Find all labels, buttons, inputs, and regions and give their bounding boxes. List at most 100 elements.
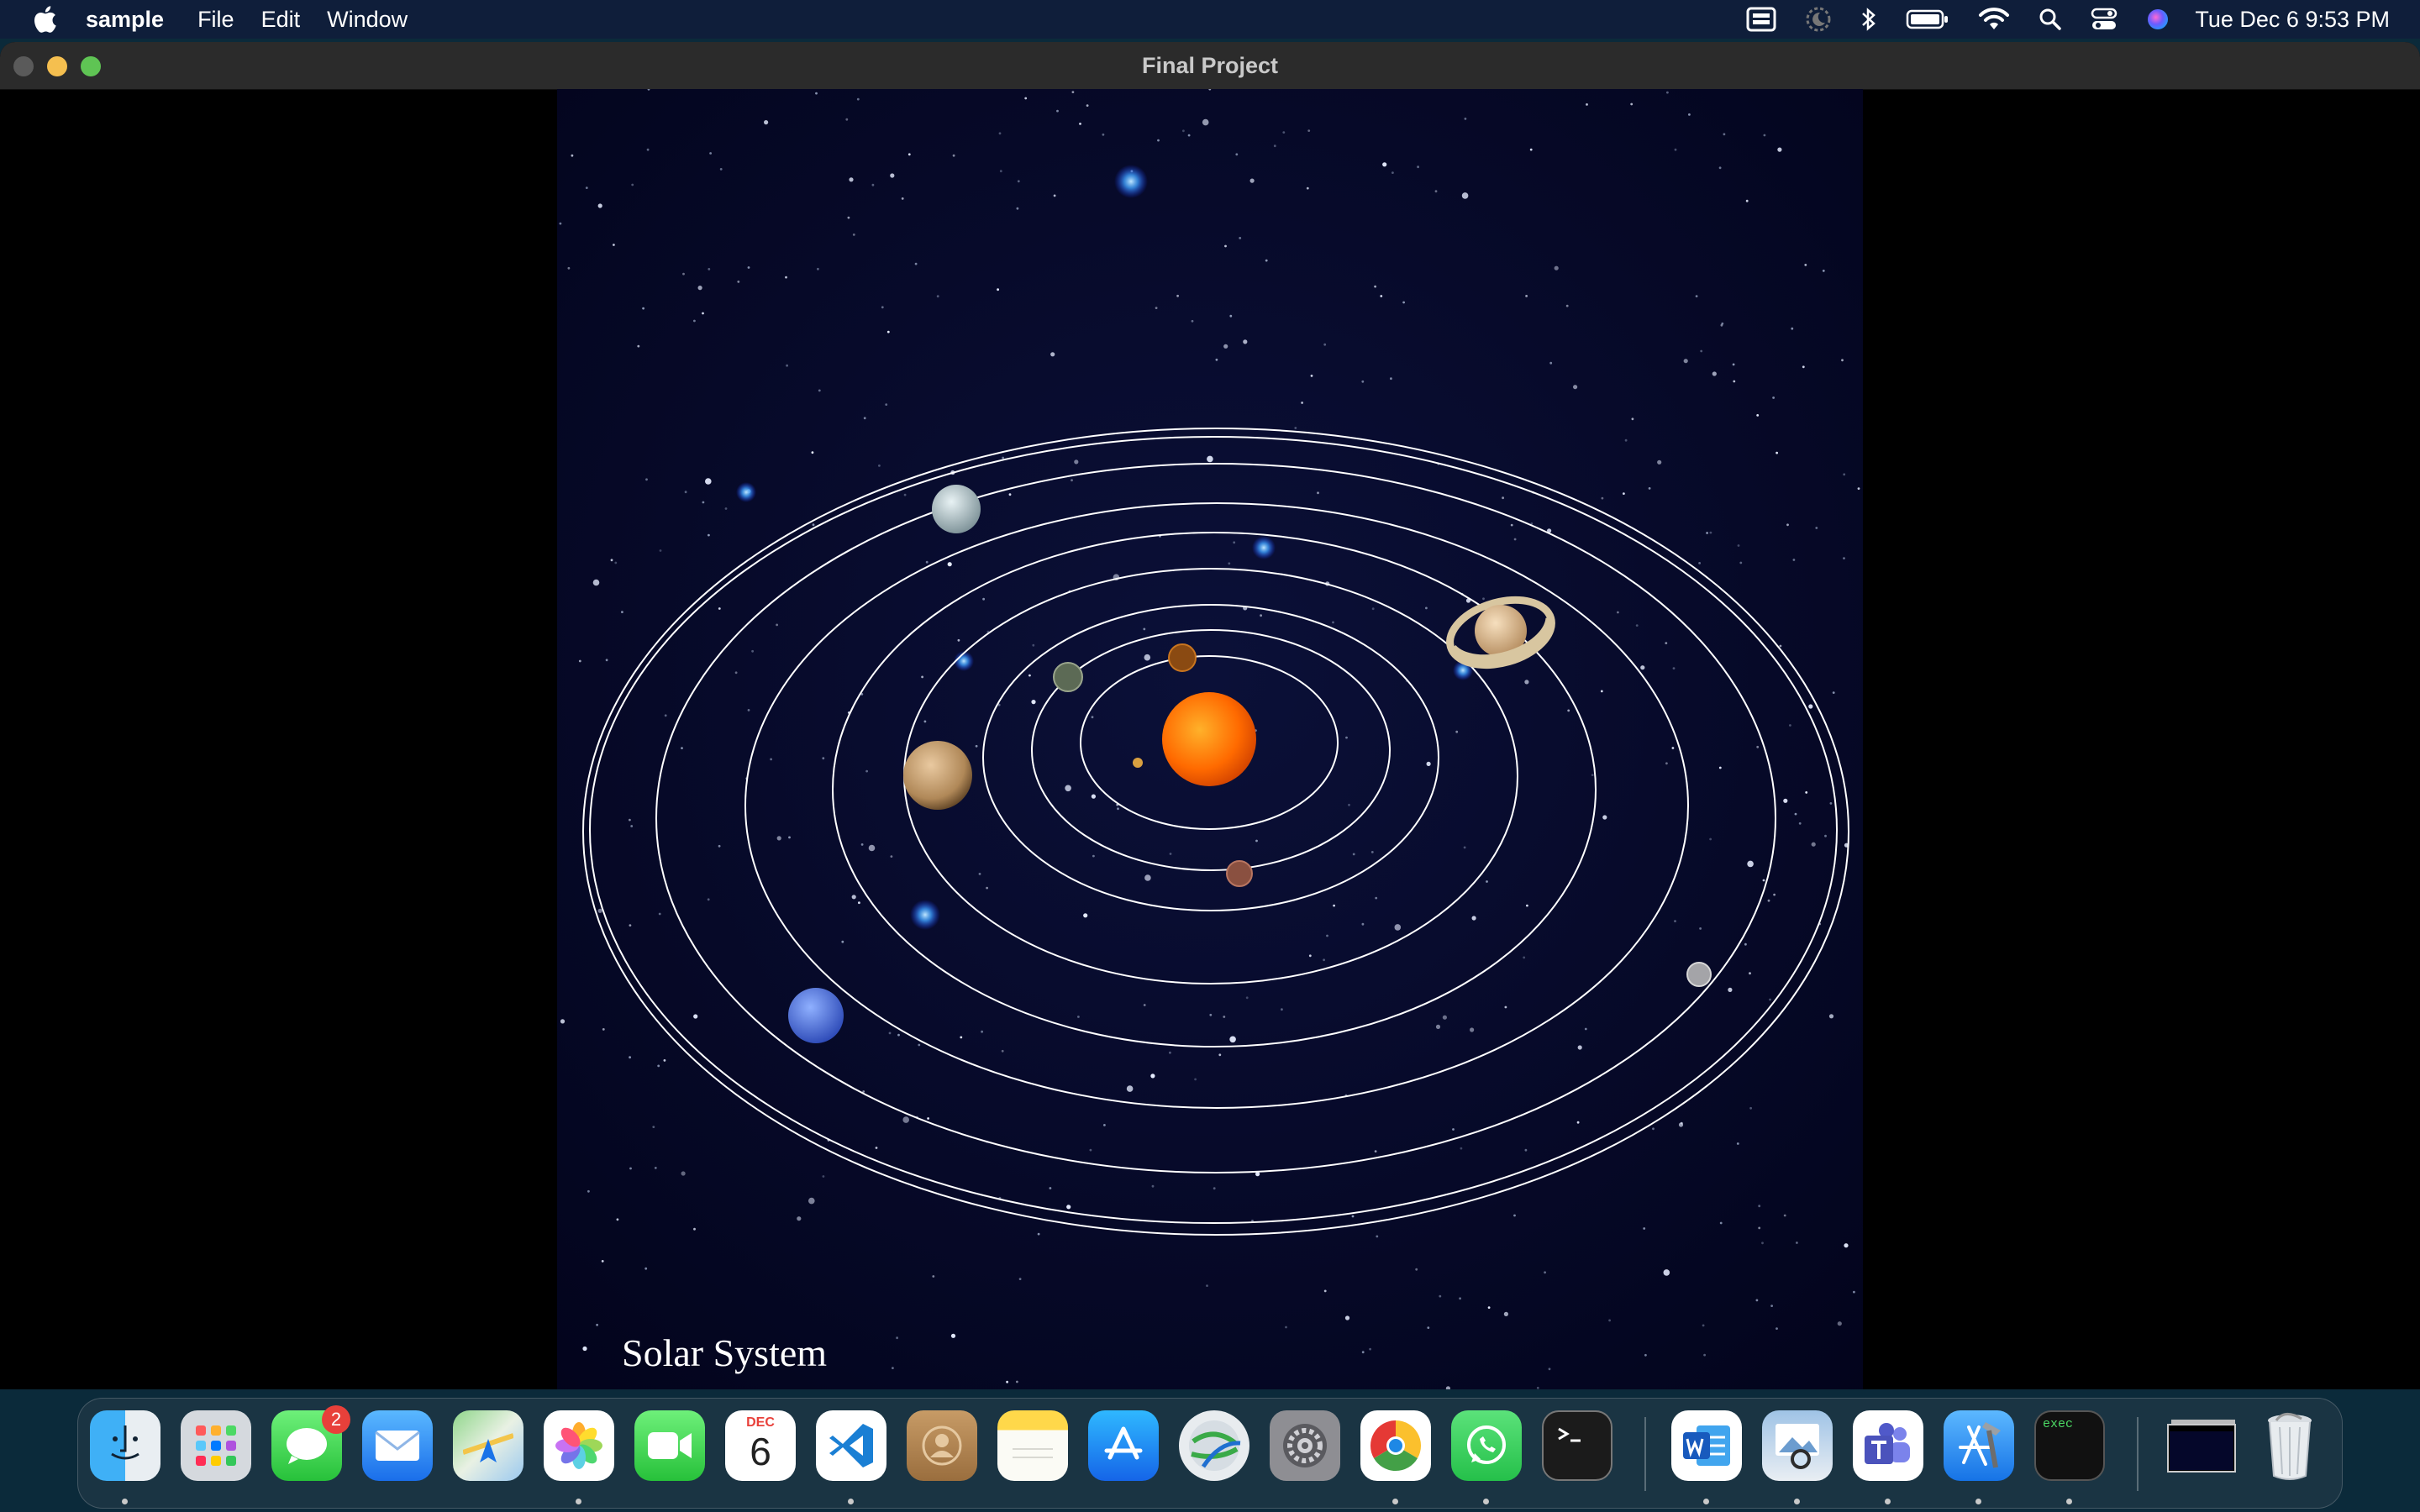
dock-photos[interactable] <box>544 1410 614 1481</box>
star <box>1554 265 1559 270</box>
dock-network-utility[interactable] <box>1179 1410 1249 1481</box>
dock-teams[interactable] <box>1853 1410 1923 1481</box>
dock-messages[interactable]: 2 <box>271 1405 350 1481</box>
facetime-icon <box>648 1432 692 1459</box>
dock-vscode[interactable] <box>816 1410 886 1481</box>
star <box>1584 1027 1587 1031</box>
dock-separator <box>1644 1417 1646 1491</box>
dock-finder[interactable] <box>90 1410 160 1481</box>
star <box>1772 396 1775 399</box>
dock-exec[interactable]: exec <box>2034 1410 2105 1481</box>
star <box>818 389 821 392</box>
battery-icon[interactable] <box>1906 8 1949 30</box>
star <box>1155 307 1158 309</box>
menu-clock[interactable]: Tue Dec 6 9:53 PM <box>2195 7 2390 33</box>
menu-window[interactable]: Window <box>327 7 408 33</box>
star <box>860 843 864 846</box>
star <box>785 276 787 279</box>
star <box>1789 724 1791 727</box>
star <box>1375 896 1378 900</box>
apple-menu-icon[interactable] <box>32 5 57 34</box>
dock-calendar[interactable]: DEC 6 <box>725 1410 796 1481</box>
star <box>1191 319 1194 323</box>
star <box>659 549 662 552</box>
star <box>734 671 738 675</box>
dock-chrome[interactable] <box>1360 1410 1431 1481</box>
star <box>815 92 818 95</box>
star <box>1310 375 1313 377</box>
star <box>1361 1351 1365 1354</box>
star <box>1783 798 1788 803</box>
menu-edit[interactable]: Edit <box>261 7 301 33</box>
star <box>841 940 844 943</box>
star <box>921 675 923 679</box>
dock-system-preferences[interactable] <box>1270 1410 1340 1481</box>
dock-maps[interactable] <box>453 1410 523 1481</box>
dock-window-stack[interactable] <box>2164 1410 2241 1481</box>
dock-xcode[interactable] <box>1944 1410 2014 1481</box>
focus-moon-icon[interactable] <box>1805 6 1832 33</box>
star <box>645 478 648 481</box>
star <box>747 709 750 711</box>
star <box>1773 893 1776 896</box>
dock-whatsapp[interactable] <box>1451 1410 1522 1481</box>
dock-launchpad[interactable] <box>181 1410 251 1481</box>
star <box>582 1346 587 1352</box>
star <box>1028 674 1031 677</box>
star <box>1526 904 1528 907</box>
star <box>975 744 978 748</box>
star <box>1699 927 1702 930</box>
dock-contacts[interactable] <box>907 1410 977 1481</box>
dock-terminal[interactable] <box>1542 1410 1612 1481</box>
wifi-icon[interactable] <box>1978 8 2010 31</box>
star <box>1117 807 1119 811</box>
mars <box>1226 860 1253 887</box>
star <box>1804 264 1807 266</box>
star <box>629 818 631 822</box>
star <box>601 1260 604 1263</box>
dock-app-store[interactable] <box>1088 1410 1159 1481</box>
star <box>998 132 1002 135</box>
star <box>1608 1319 1611 1322</box>
star <box>1176 294 1179 297</box>
app-menu[interactable]: sample <box>86 7 164 33</box>
star <box>1853 1290 1855 1294</box>
star <box>681 1171 686 1176</box>
window-titlebar[interactable]: Final Project <box>0 42 2420 90</box>
star <box>747 266 750 269</box>
star <box>1745 199 1749 202</box>
dock-facetime[interactable] <box>634 1410 705 1481</box>
star <box>1739 561 1743 564</box>
window-title: Final Project <box>1141 53 1279 78</box>
star <box>1016 1380 1018 1383</box>
solar-system-scene: Solar System <box>557 89 1863 1389</box>
siri-icon[interactable] <box>2146 8 2170 31</box>
star <box>999 170 1002 173</box>
spotlight-search-icon[interactable] <box>2039 8 2062 31</box>
star <box>1249 178 1255 183</box>
star <box>885 403 888 406</box>
star <box>1602 815 1607 820</box>
star <box>1510 523 1513 527</box>
preview-icon <box>1776 1424 1819 1469</box>
screen-mirroring-icon[interactable] <box>1746 7 1776 32</box>
star <box>902 1116 909 1123</box>
star <box>863 417 866 420</box>
jupiter <box>903 741 972 810</box>
dock-preview[interactable] <box>1762 1410 1833 1481</box>
star <box>1083 913 1088 918</box>
control-center-icon[interactable] <box>2091 8 2118 31</box>
star <box>1524 680 1529 685</box>
dock-notes[interactable] <box>997 1410 1068 1481</box>
bluetooth-icon[interactable] <box>1860 7 1877 32</box>
terminal-icon <box>1558 1427 1581 1442</box>
menu-file[interactable]: File <box>197 7 234 33</box>
star <box>764 120 769 125</box>
dock-word[interactable] <box>1671 1410 1742 1481</box>
star <box>1344 1315 1350 1320</box>
star <box>868 844 876 852</box>
dock-trash[interactable] <box>2254 1410 2325 1481</box>
star <box>1843 557 1845 559</box>
canvas-label: Solar System <box>622 1331 827 1374</box>
dock-mail[interactable] <box>362 1410 433 1481</box>
